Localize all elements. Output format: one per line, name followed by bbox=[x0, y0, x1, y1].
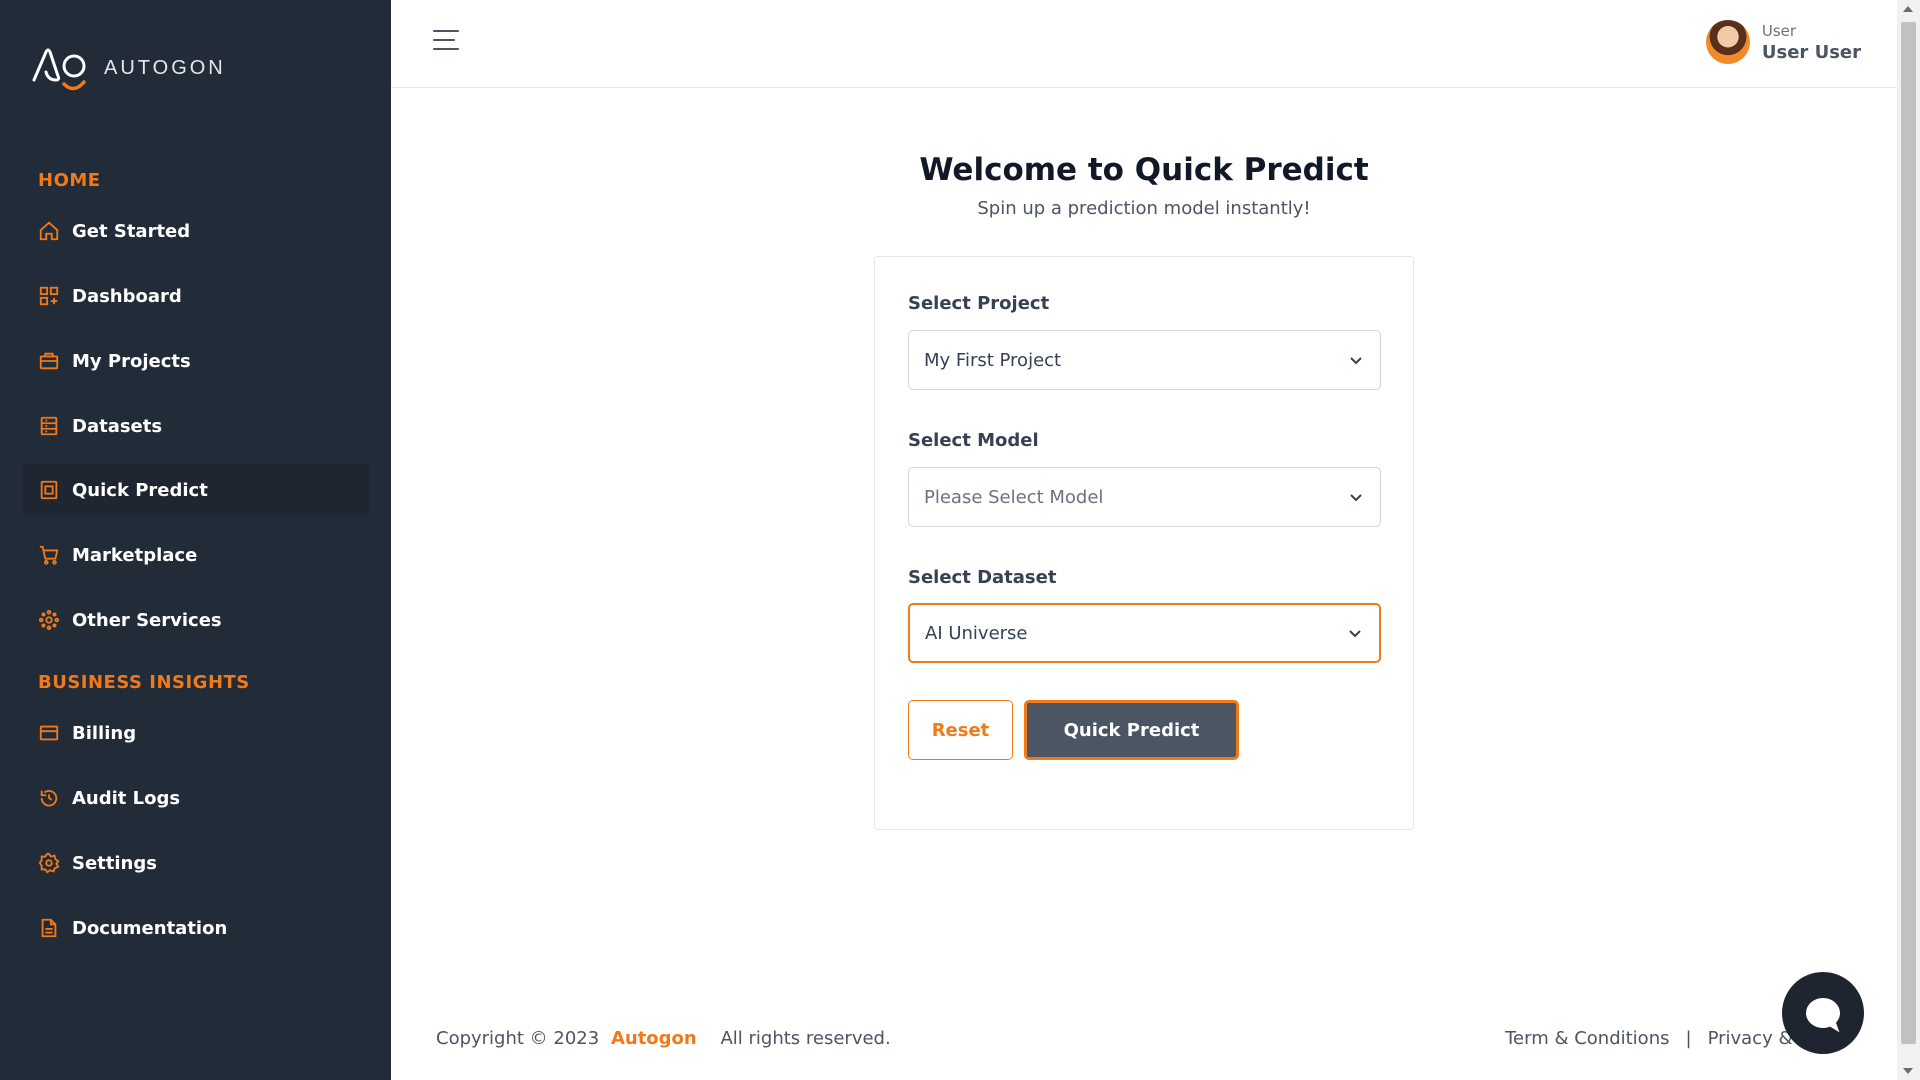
section-title-business-insights: BUSINESS INSIGHTS bbox=[38, 672, 250, 693]
sidebar-item-label: Datasets bbox=[72, 415, 163, 437]
sidebar-item-datasets[interactable]: Datasets bbox=[22, 399, 370, 453]
rights-text: All rights reserved. bbox=[720, 1028, 891, 1049]
company-link[interactable]: Autogon bbox=[611, 1028, 697, 1049]
cart-icon bbox=[38, 544, 60, 566]
sidebar-item-marketplace[interactable]: Marketplace bbox=[22, 528, 370, 582]
credit-card-icon bbox=[38, 722, 60, 744]
scroll-up-icon[interactable] bbox=[1903, 6, 1913, 12]
document-icon bbox=[38, 917, 60, 939]
model-select[interactable]: Please Select Model bbox=[908, 467, 1381, 527]
dataset-icon bbox=[38, 415, 60, 437]
dataset-select[interactable]: AI Universe bbox=[908, 603, 1381, 663]
user-role: User bbox=[1761, 21, 1797, 40]
quick-predict-icon bbox=[38, 479, 60, 501]
chevron-down-icon bbox=[1349, 630, 1361, 638]
sidebar-item-label: Marketplace bbox=[72, 544, 198, 566]
user-menu[interactable]: User User User bbox=[1705, 20, 1861, 64]
sidebar-item-audit-logs[interactable]: Audit Logs bbox=[22, 771, 370, 825]
model-select-placeholder: Please Select Model bbox=[924, 486, 1104, 508]
chevron-down-icon bbox=[1350, 494, 1362, 502]
user-name: User User bbox=[1761, 41, 1861, 63]
scroll-down-icon[interactable] bbox=[1903, 1068, 1913, 1074]
services-icon bbox=[38, 609, 60, 631]
sidebar-item-label: Billing bbox=[72, 722, 137, 744]
sidebar-item-label: Settings bbox=[72, 852, 157, 874]
sidebar-item-documentation[interactable]: Documentation bbox=[22, 901, 370, 955]
section-title-home: HOME bbox=[38, 170, 101, 191]
terms-link[interactable]: Term & Conditions bbox=[1505, 1028, 1669, 1049]
chat-widget-button[interactable] bbox=[1782, 972, 1864, 1054]
sidebar-item-my-projects[interactable]: My Projects bbox=[22, 334, 370, 388]
sidebar-item-other-services[interactable]: Other Services bbox=[22, 593, 370, 647]
sidebar-item-label: Audit Logs bbox=[72, 787, 181, 809]
dataset-label: Select Dataset bbox=[908, 567, 1057, 588]
footer-copyright: Copyright © 2023 Autogon All rights rese… bbox=[436, 1028, 891, 1049]
history-icon bbox=[38, 787, 60, 809]
dashboard-icon bbox=[38, 285, 60, 307]
sidebar-item-dashboard[interactable]: Dashboard bbox=[22, 269, 370, 323]
home-icon bbox=[38, 220, 60, 242]
sidebar-item-quick-predict[interactable]: Quick Predict bbox=[22, 463, 370, 517]
brand-name: AUTOGON bbox=[104, 56, 226, 79]
chevron-down-icon bbox=[1350, 357, 1362, 365]
page-subtitle: Spin up a prediction model instantly! bbox=[977, 198, 1311, 219]
menu-toggle-icon[interactable] bbox=[433, 30, 461, 54]
dataset-select-value: AI Universe bbox=[925, 622, 1028, 644]
project-label: Select Project bbox=[908, 293, 1050, 314]
sidebar-item-billing[interactable]: Billing bbox=[22, 706, 370, 760]
copyright-text: Copyright © 2023 bbox=[436, 1028, 600, 1049]
sidebar-item-label: Documentation bbox=[72, 917, 228, 939]
sidebar: AUTOGON HOME Get Started Dashboard My Pr… bbox=[0, 0, 391, 1080]
sidebar-item-label: Get Started bbox=[72, 220, 191, 242]
quick-predict-form: Select Project My First Project Select M… bbox=[874, 256, 1414, 830]
autogon-logo-icon bbox=[32, 48, 86, 91]
gear-icon bbox=[38, 852, 60, 874]
footer-separator: | bbox=[1685, 1028, 1692, 1049]
sidebar-item-get-started[interactable]: Get Started bbox=[22, 204, 370, 258]
page-title: Welcome to Quick Predict bbox=[919, 152, 1369, 188]
project-select[interactable]: My First Project bbox=[908, 330, 1381, 390]
briefcase-icon bbox=[38, 350, 60, 372]
project-select-value: My First Project bbox=[924, 349, 1062, 371]
scroll-thumb[interactable] bbox=[1901, 22, 1916, 1044]
sidebar-item-settings[interactable]: Settings bbox=[22, 836, 370, 890]
sidebar-item-label: Dashboard bbox=[72, 285, 182, 307]
sidebar-item-label: Quick Predict bbox=[72, 479, 208, 501]
chat-icon bbox=[1806, 998, 1840, 1028]
brand-logo[interactable]: AUTOGON bbox=[30, 40, 226, 96]
page-scrollbar[interactable] bbox=[1897, 0, 1920, 1080]
sidebar-item-label: My Projects bbox=[72, 350, 191, 372]
avatar bbox=[1705, 20, 1750, 64]
quick-predict-button[interactable]: Quick Predict bbox=[1024, 700, 1239, 760]
reset-button[interactable]: Reset bbox=[908, 700, 1013, 760]
sidebar-item-label: Other Services bbox=[72, 609, 222, 631]
model-label: Select Model bbox=[908, 430, 1039, 451]
top-bar: User User User bbox=[391, 0, 1897, 88]
